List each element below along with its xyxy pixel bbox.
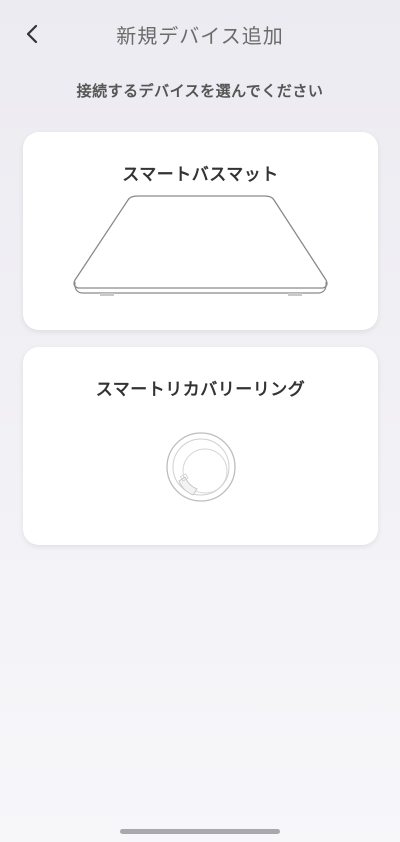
page-title: 新規デバイス追加 bbox=[116, 24, 284, 48]
device-label-ring: スマートリカバリーリング bbox=[95, 380, 306, 400]
header: 新規デバイス追加 bbox=[0, 0, 400, 66]
device-card-bathmat[interactable]: スマートバスマット bbox=[23, 132, 378, 330]
device-card-ring[interactable]: スマートリカバリーリング bbox=[23, 347, 378, 545]
ring-illustration bbox=[166, 432, 236, 502]
bath-mat-illustration bbox=[73, 195, 328, 296]
home-indicator[interactable] bbox=[120, 829, 280, 834]
instruction-text: 接続するデバイスを選んでください bbox=[76, 82, 324, 100]
device-label-bathmat: スマートバスマット bbox=[122, 165, 279, 185]
